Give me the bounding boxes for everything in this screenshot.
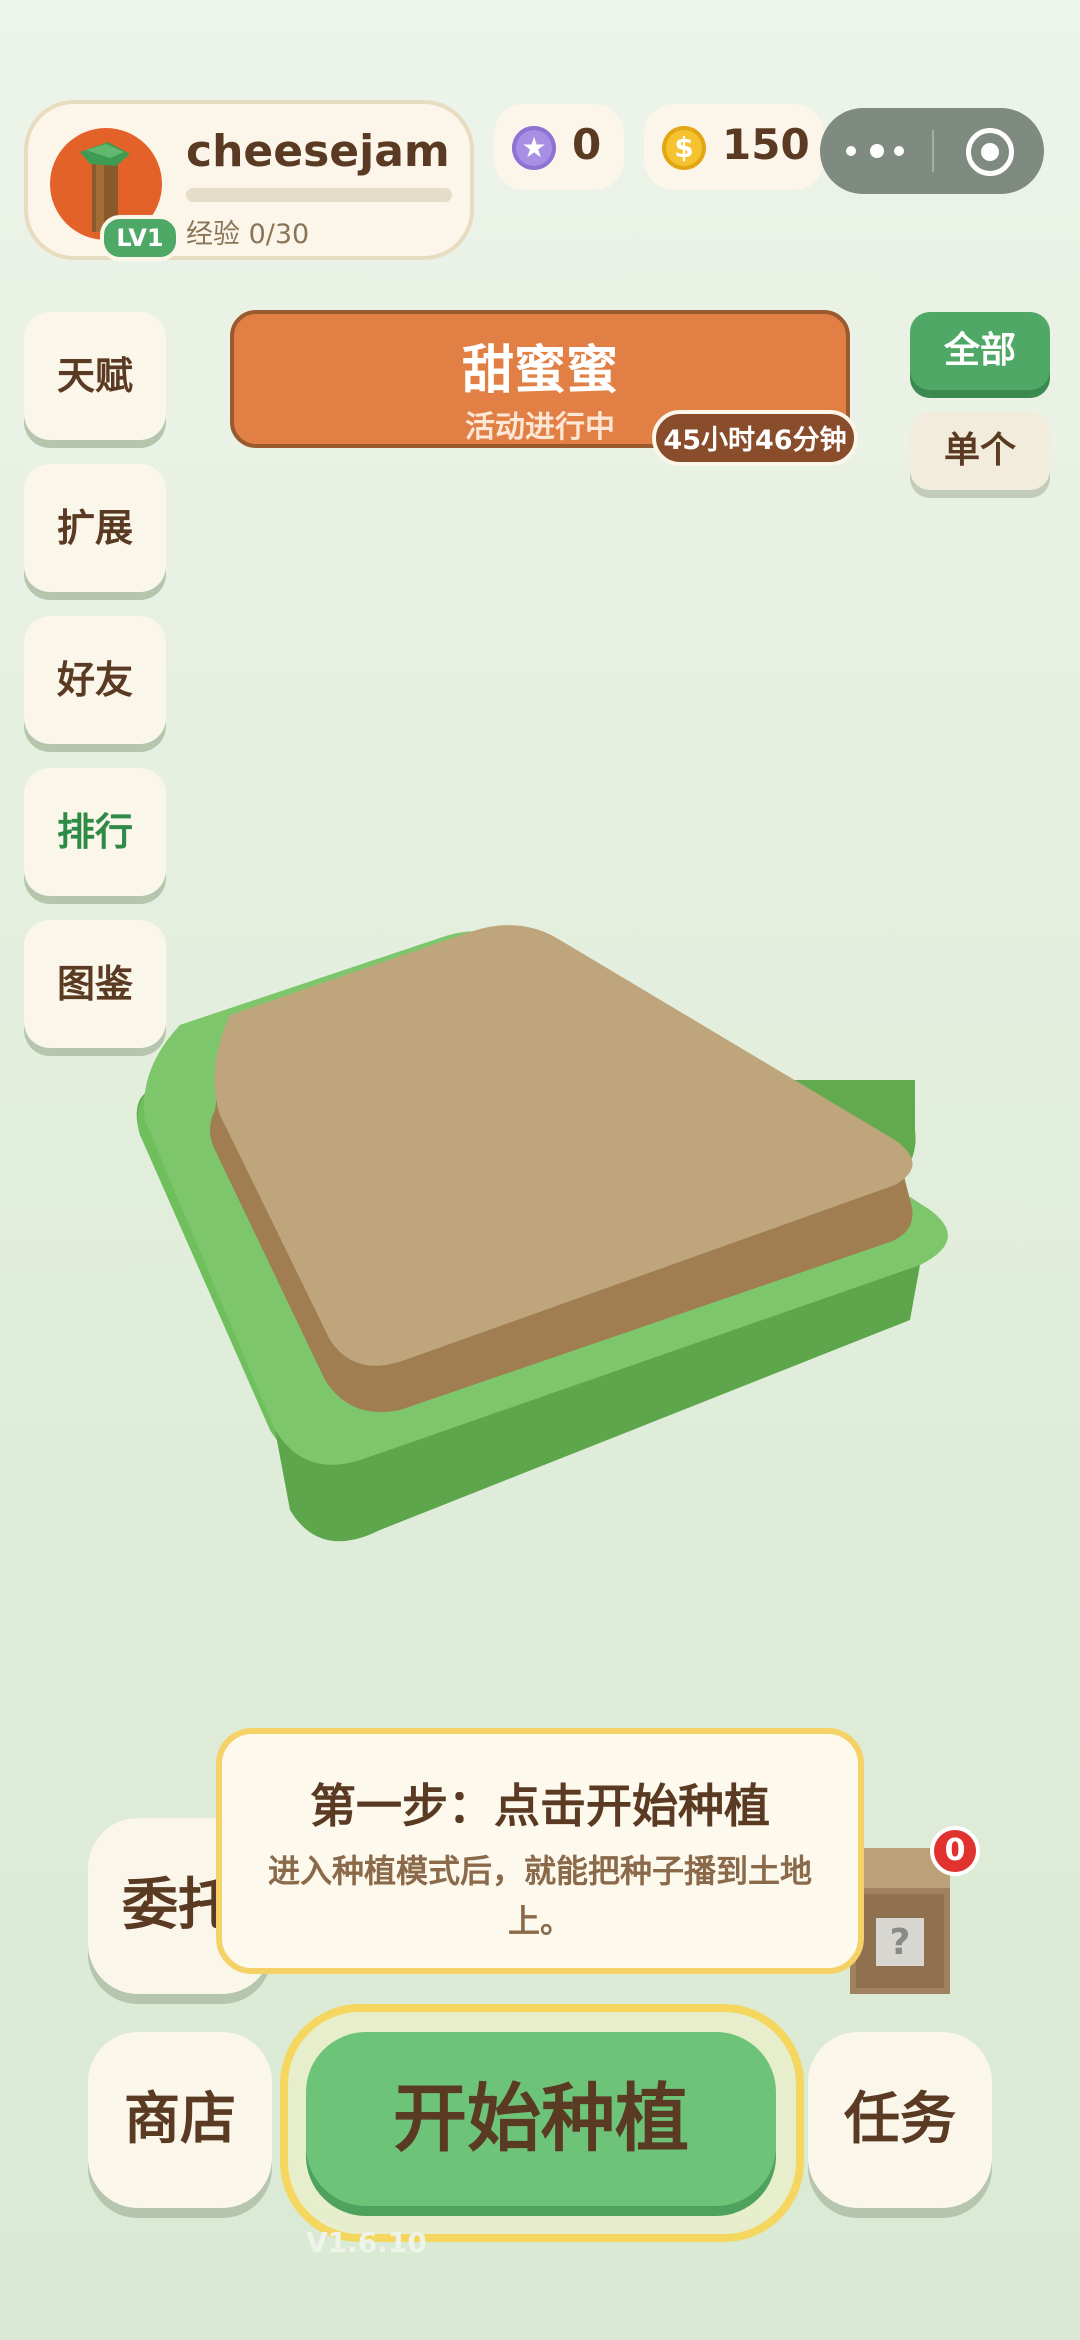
- event-title: 甜蜜蜜: [461, 341, 618, 401]
- star-count: 0: [572, 120, 602, 169]
- talent-button[interactable]: 天赋: [24, 312, 166, 440]
- tooltip-title: 第一步：点击开始种植: [310, 1779, 770, 1833]
- friends-button[interactable]: 好友: [24, 616, 166, 744]
- coin-icon: $: [662, 126, 706, 170]
- mystery-box-badge: 0: [930, 1826, 980, 1876]
- profile-card[interactable]: LV1 cheesejam 经验 0/30: [24, 100, 474, 261]
- svg-text:?: ?: [890, 1922, 911, 1963]
- filter-single-button[interactable]: 单个: [910, 412, 1050, 490]
- expand-button[interactable]: 扩展: [24, 464, 166, 592]
- more-options-icon[interactable]: [846, 132, 906, 170]
- filter-all-button[interactable]: 全部: [910, 312, 1050, 390]
- tutorial-tooltip[interactable]: 第一步：点击开始种植 进入种植模式后，就能把种子播到土地上。: [216, 1728, 864, 1974]
- version-label: V1.6.10: [306, 2226, 427, 2259]
- coin-currency[interactable]: $ 150: [644, 104, 824, 190]
- shop-button[interactable]: 商店: [88, 2032, 272, 2208]
- xp-progress-bar: [186, 188, 452, 202]
- username: cheesejam: [186, 126, 450, 177]
- ranking-button[interactable]: 排行: [24, 768, 166, 896]
- capsule-divider: [932, 130, 934, 172]
- level-badge: LV1: [100, 215, 180, 261]
- star-icon: ★: [512, 126, 556, 170]
- tooltip-body: 进入种植模式后，就能把种子播到土地上。: [267, 1852, 812, 1940]
- event-timer-badge: 45小时46分钟: [652, 410, 858, 466]
- coin-count: 150: [722, 120, 810, 169]
- task-button[interactable]: 任务: [808, 2032, 992, 2208]
- start-planting-button[interactable]: 开始种植: [306, 2032, 776, 2206]
- farm-plot[interactable]: [120, 920, 980, 1570]
- star-currency[interactable]: ★ 0: [494, 104, 624, 190]
- xp-text: 经验 0/30: [186, 219, 310, 250]
- close-miniprogram-icon[interactable]: [966, 128, 1014, 176]
- soil-plot-graphic: [136, 925, 948, 1542]
- miniprogram-capsule: [820, 108, 1044, 194]
